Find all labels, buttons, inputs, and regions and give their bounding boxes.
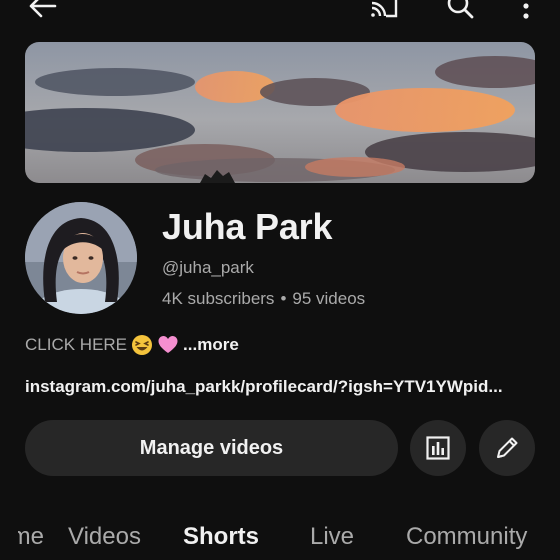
tab-shorts[interactable]: Shorts <box>183 523 259 551</box>
video-count: 95 videos <box>292 289 366 308</box>
grinning-squinting-face-icon <box>131 334 153 356</box>
search-button[interactable] <box>440 0 480 24</box>
tab-videos[interactable]: Videos <box>68 523 141 551</box>
pencil-icon <box>497 437 518 458</box>
top-app-bar <box>0 0 560 30</box>
more-link[interactable]: ...more <box>183 335 239 355</box>
channel-name: Juha Park <box>162 206 333 247</box>
channel-tabs: Home Videos Shorts Live Community <box>0 520 560 560</box>
more-options-button[interactable] <box>506 0 546 24</box>
tab-community[interactable]: Community <box>406 523 527 551</box>
cast-button[interactable] <box>364 0 404 24</box>
pink-heart-icon <box>157 334 179 356</box>
back-arrow-icon <box>29 0 57 18</box>
more-vert-icon <box>523 3 529 19</box>
analytics-button[interactable] <box>410 420 466 476</box>
channel-handle: @juha_park <box>162 258 254 277</box>
avatar[interactable] <box>25 202 137 314</box>
tab-live[interactable]: Live <box>310 523 354 551</box>
back-button[interactable] <box>22 0 62 24</box>
subscriber-count: 4K subscribers <box>162 289 275 308</box>
edit-button[interactable] <box>479 420 535 476</box>
search-icon <box>447 0 474 19</box>
channel-description[interactable]: CLICK HERE ...more <box>25 334 239 356</box>
tab-home[interactable]: Home <box>18 523 44 551</box>
channel-banner <box>25 42 535 183</box>
cast-icon <box>371 0 398 18</box>
channel-link[interactable]: instagram.com/juha_parkk/profilecard/?ig… <box>25 377 545 397</box>
description-text: CLICK HERE <box>25 335 128 354</box>
stats-separator: • <box>280 289 287 308</box>
manage-videos-button[interactable]: Manage videos <box>25 420 398 476</box>
analytics-icon <box>426 436 450 460</box>
channel-stats: 4K subscribers • 95 videos <box>162 289 365 309</box>
profile-photo <box>25 202 137 314</box>
